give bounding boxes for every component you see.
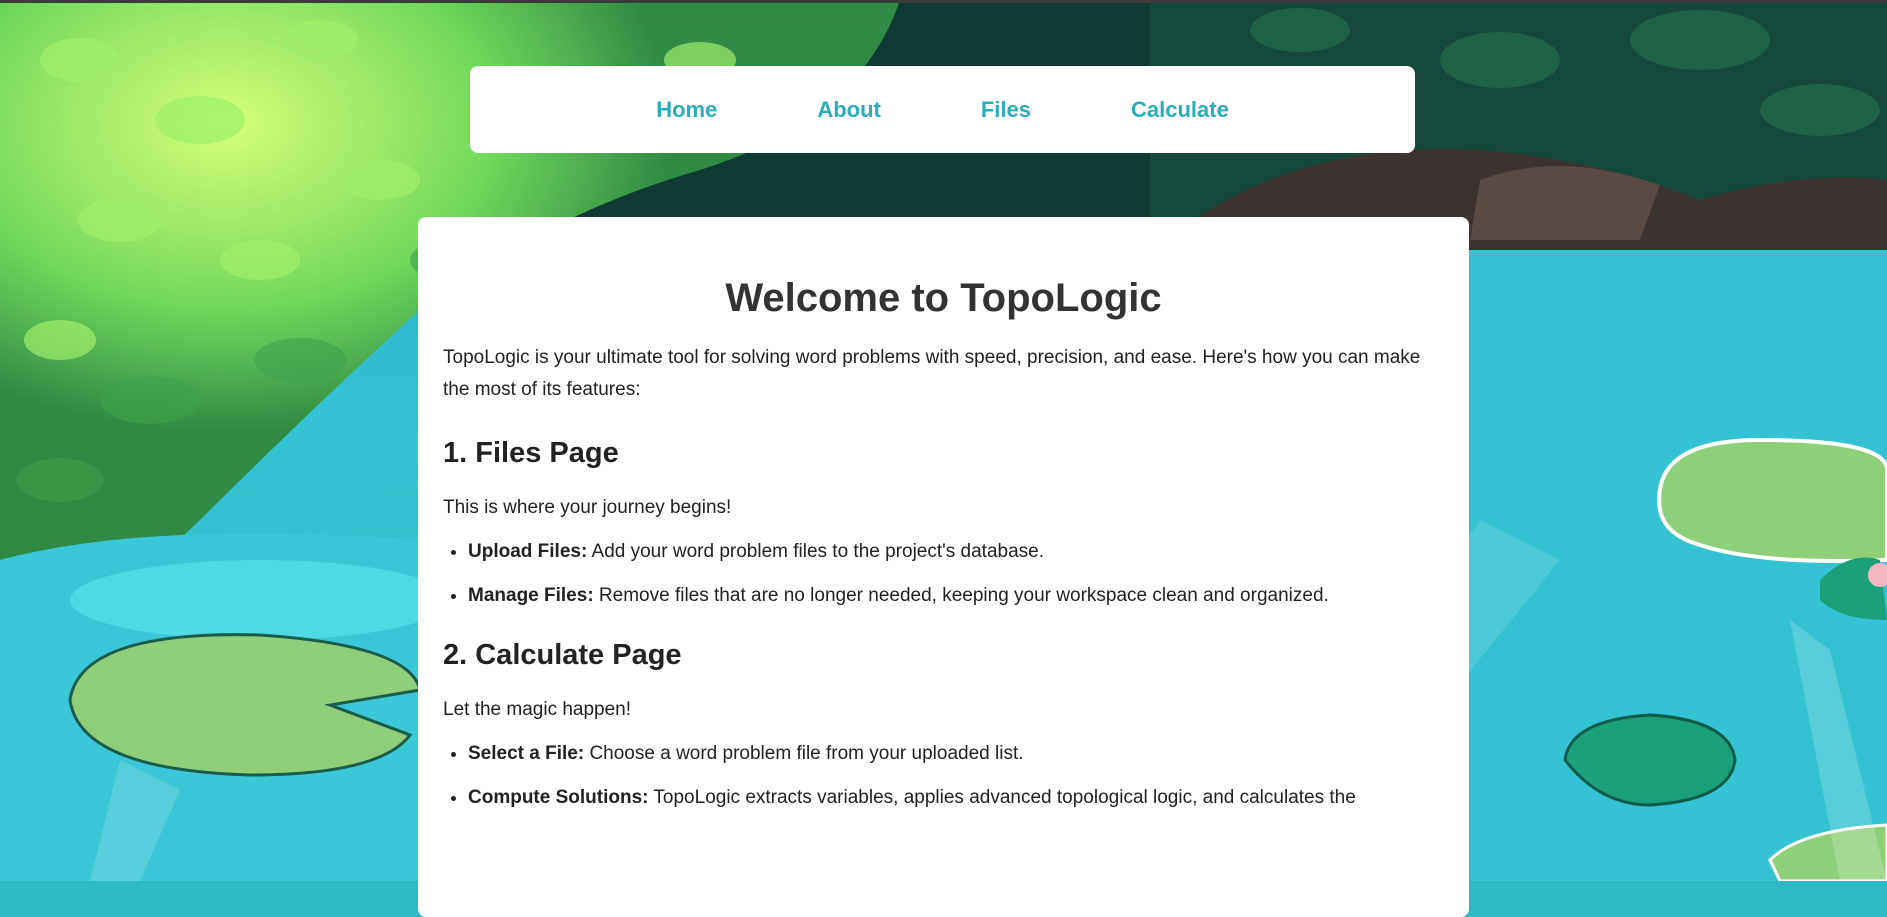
calculate-page-lead: Let the magic happen! <box>443 699 632 720</box>
nav-link-files[interactable]: Files <box>981 97 1031 123</box>
feature-description: Remove files that are no longer needed, … <box>593 585 1329 606</box>
feature-description: Choose a word problem file from your upl… <box>584 743 1024 764</box>
feature-name: Manage Files: <box>468 585 594 606</box>
section-heading-calculate-page: 2. Calculate Page <box>443 639 682 671</box>
intro-paragraph: TopoLogic is your ultimate tool for solv… <box>443 347 1421 400</box>
list-item: Compute Solutions: TopoLogic extracts va… <box>468 786 1444 810</box>
feature-description: Add your word problem files to the proje… <box>587 541 1045 562</box>
nav-link-calculate[interactable]: Calculate <box>1131 97 1229 123</box>
list-item: Upload Files: Add your word problem file… <box>468 540 1444 564</box>
feature-description: TopoLogic extracts variables, applies ad… <box>648 787 1356 808</box>
feature-name: Upload Files: <box>468 541 588 562</box>
list-item: Select a File: Choose a word problem fil… <box>468 742 1444 766</box>
page-title: Welcome to TopoLogic <box>725 276 1162 320</box>
nav-link-home[interactable]: Home <box>656 97 717 123</box>
files-page-lead: This is where your journey begins! <box>443 497 732 518</box>
section-heading-files-page: 1. Files Page <box>443 437 619 469</box>
feature-name: Select a File: <box>468 743 585 764</box>
nav-link-about[interactable]: About <box>817 97 881 123</box>
window-top-border <box>0 0 1887 3</box>
welcome-content-card: Welcome to TopoLogic TopoLogic is your u… <box>418 217 1469 917</box>
list-item: Manage Files: Remove files that are no l… <box>468 584 1444 608</box>
feature-name: Compute Solutions: <box>468 787 649 808</box>
top-navigation-bar: Home About Files Calculate <box>470 66 1415 153</box>
calculate-page-feature-list: Select a File: Choose a word problem fil… <box>443 742 1444 810</box>
files-page-feature-list: Upload Files: Add your word problem file… <box>443 540 1444 608</box>
